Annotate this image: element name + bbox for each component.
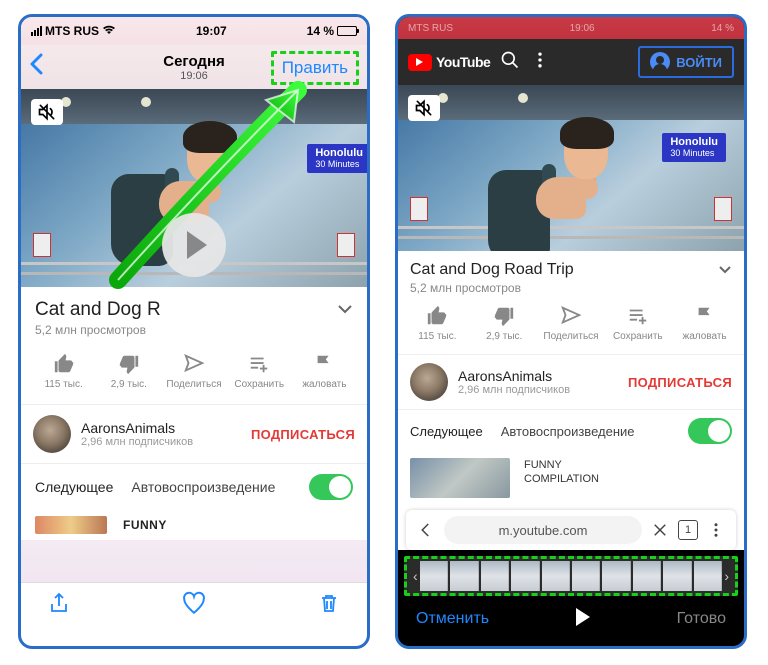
youtube-logo[interactable]: YouTube [408,54,490,71]
search-icon[interactable] [500,50,520,75]
phone-right: MTS RUS 19:06 14 % YouTube ВОЙТИ Honolul… [395,14,747,649]
trim-timeline[interactable]: ‹ › [404,556,738,596]
report-button[interactable]: жаловать [292,353,357,390]
share-sheet-button[interactable] [47,591,71,620]
recommended-row[interactable]: FUNNY COMPILATION [398,452,744,504]
report-button[interactable]: жаловать [671,305,738,342]
battery-icon [337,26,357,36]
status-bar: MTS RUS 19:06 14 % [398,17,744,39]
dislike-button[interactable]: 2,9 тыс. [471,305,538,342]
next-row: Следующее Автовоспроизведение [398,410,744,452]
video-preview[interactable]: Honolulu 30 Minutes [398,85,744,251]
station-sign: Honolulu 30 Minutes [307,144,367,173]
rec-title-1: FUNNY [524,458,599,472]
channel-name: AaronsAnimals [81,420,193,436]
browser-more-button[interactable] [702,521,730,539]
delete-button[interactable] [317,591,341,620]
video-info: Cat and Dog R 5,2 млн просмотров [21,287,367,341]
next-row: Следующее Автовоспроизведение [21,464,367,510]
channel-name: AaronsAnimals [458,368,570,384]
trim-timeline-wrap: ‹ › [404,556,738,596]
rec-title: FUNNY [123,518,167,532]
trim-handle-left[interactable]: ‹ [413,568,418,584]
autoplay-label: Автовоспроизведение [501,424,635,439]
login-button[interactable]: ВОЙТИ [638,46,734,78]
status-bar: MTS RUS 19:07 14 % [21,17,367,45]
save-button[interactable]: Сохранить [227,353,292,390]
play-button[interactable] [576,608,590,631]
autoplay-label: Автовоспроизведение [131,479,275,495]
rec-thumbnail [410,458,510,498]
subscribe-button[interactable]: ПОДПИСАТЬСЯ [628,375,732,390]
subscribe-button[interactable]: ПОДПИСАТЬСЯ [251,427,355,442]
rec-title-2: COMPILATION [524,472,599,486]
station-sign: Honolulu 30 Minutes [662,133,726,162]
wifi-icon [102,24,116,38]
url-field[interactable]: m.youtube.com [444,516,642,544]
up-next-label: Следующее [410,424,483,439]
view-count: 5,2 млн просмотров [410,281,732,295]
edit-button[interactable]: Править [271,51,359,85]
browser-back-button[interactable] [412,521,440,539]
done-button[interactable]: Готово [677,610,726,628]
clock-label: 19:07 [196,24,227,38]
subscriber-count: 2,96 млн подписчиков [81,436,193,448]
video-title: Cat and Dog Road Trip [410,261,574,279]
subscriber-count: 2,96 млн подписчиков [458,384,570,396]
like-button[interactable]: 115 тыс. [31,353,96,390]
like-button[interactable]: 115 тыс. [404,305,471,342]
favorite-button[interactable] [181,590,207,621]
nav-bar: Сегодня 19:06 Править [21,45,367,89]
up-next-label: Следующее [35,479,113,495]
edit-toolbar: Отменить Готово [398,596,744,642]
mute-icon [408,95,440,121]
channel-row[interactable]: AaronsAnimals 2,96 млн подписчиков ПОДПИ… [398,355,744,410]
share-button[interactable]: Поделиться [538,305,605,342]
view-count: 5,2 млн просмотров [35,323,353,337]
autoplay-toggle[interactable] [688,418,732,444]
expand-icon[interactable] [337,301,353,319]
expand-icon[interactable] [718,261,732,279]
clock-label: 19:06 [570,23,595,34]
action-row: 115 тыс. 2,9 тыс. Поделиться Сохранить ж… [21,341,367,405]
channel-row[interactable]: AaronsAnimals 2,96 млн подписчиков ПОДПИ… [21,405,367,464]
mute-icon [31,99,63,125]
avatar-icon [650,52,670,72]
battery-label: 14 % [711,23,734,34]
rec-thumbnail [35,516,107,534]
channel-avatar [33,415,71,453]
dislike-button[interactable]: 2,9 тыс. [96,353,161,390]
phone-left: MTS RUS 19:07 14 % Сегодня 19:06 Править… [18,14,370,649]
trim-handle-right[interactable]: › [724,568,729,584]
more-icon[interactable] [530,50,550,75]
action-row: 115 тыс. 2,9 тыс. Поделиться Сохранить ж… [398,297,744,355]
play-button[interactable] [162,213,226,277]
browser-bar: m.youtube.com 1 [406,510,736,550]
carrier-label: MTS RUS [408,23,453,34]
cancel-button[interactable]: Отменить [416,610,489,628]
save-button[interactable]: Сохранить [604,305,671,342]
tab-count[interactable]: 1 [678,520,698,540]
recommended-row[interactable]: FUNNY [21,510,367,540]
video-title: Cat and Dog R [35,299,161,321]
carrier-label: MTS RUS [45,24,99,38]
channel-avatar [410,363,448,401]
signal-icon [31,26,42,36]
share-button[interactable]: Поделиться [161,353,226,390]
battery-label: 14 % [307,24,334,38]
autoplay-toggle[interactable] [309,474,353,500]
video-info: Cat and Dog Road Trip 5,2 млн просмотров [398,251,744,297]
bottom-toolbar [21,582,367,628]
youtube-header: YouTube ВОЙТИ [398,39,744,85]
browser-close-button[interactable] [646,521,674,539]
